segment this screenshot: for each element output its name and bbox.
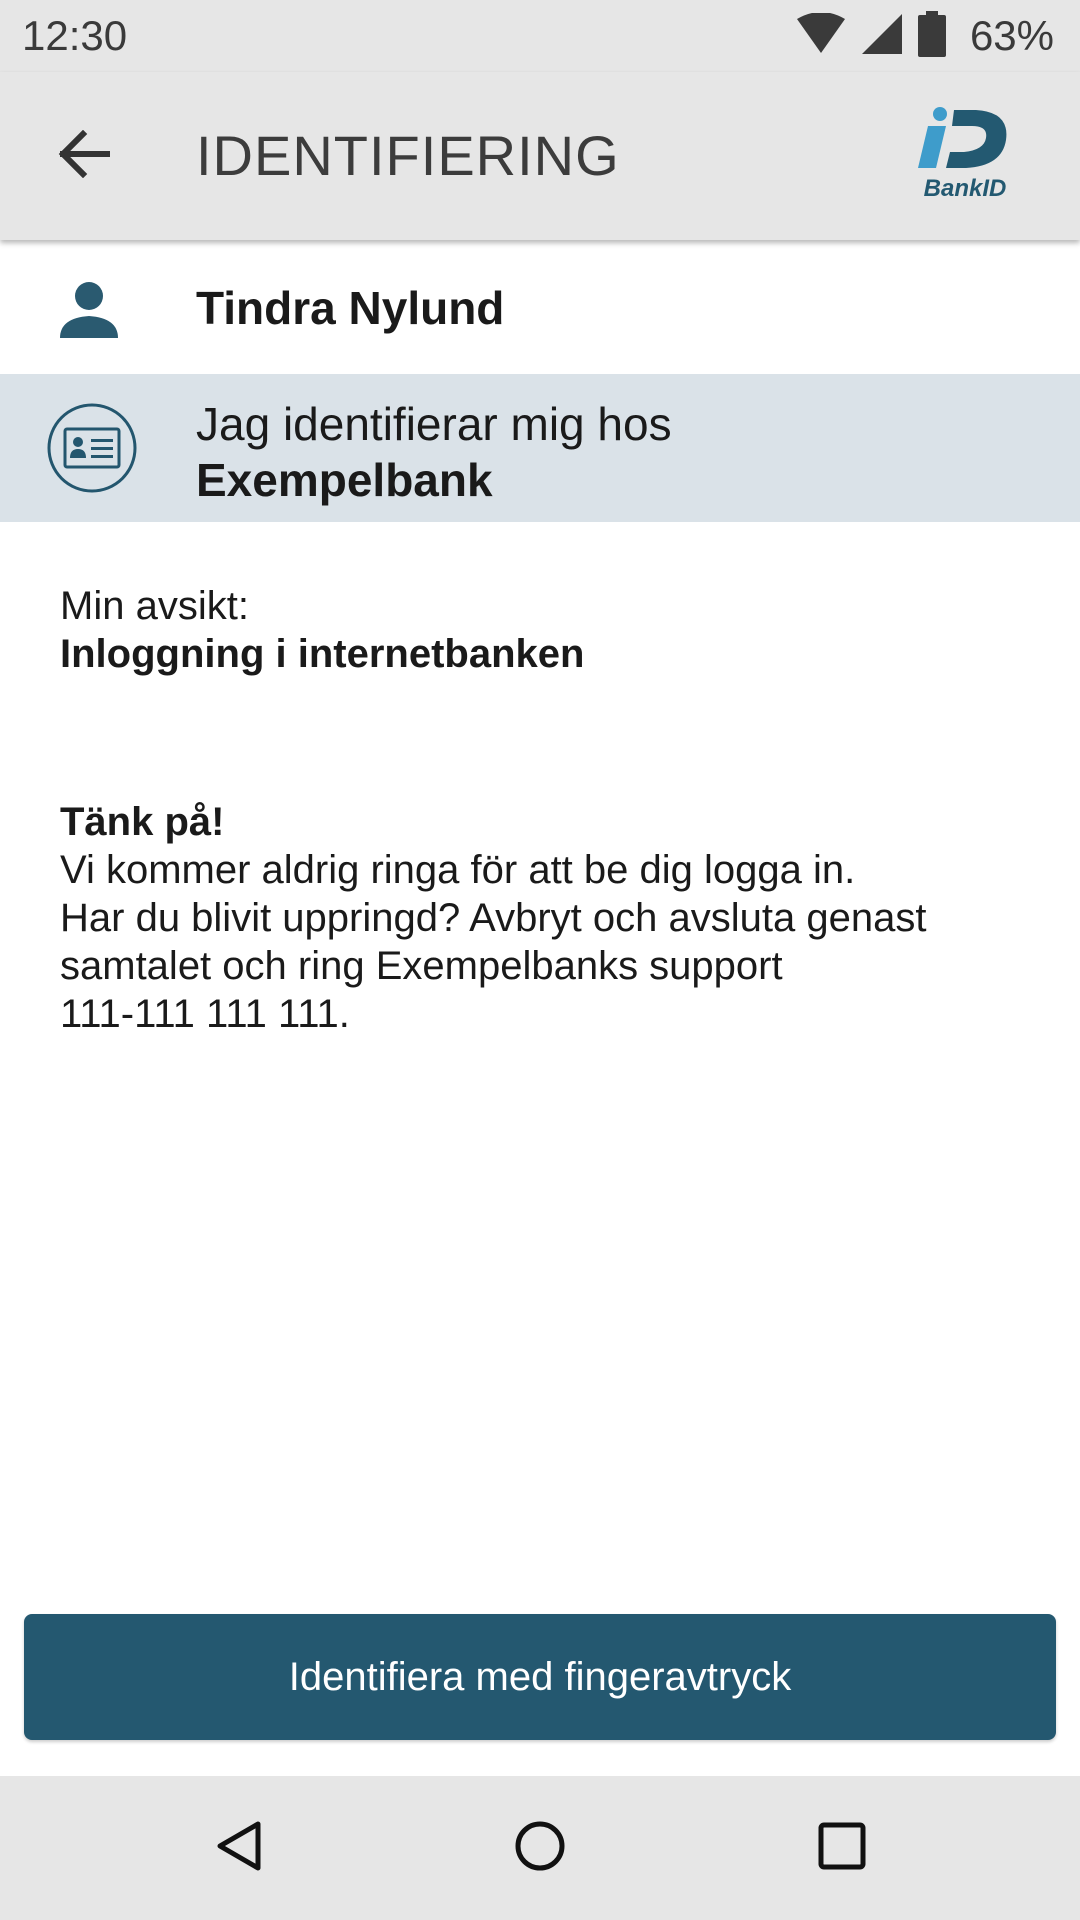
page-title: IDENTIFIERING: [196, 124, 620, 187]
battery-icon: [917, 10, 946, 62]
notice-section: Tänk på! Vi kommer aldrig ringa för att …: [60, 798, 1040, 1038]
nav-home-icon: [512, 1818, 568, 1879]
app-bar: IDENTIFIERING BankID: [0, 72, 1080, 240]
user-row: Tindra Nylund: [0, 240, 1080, 374]
status-time: 12:30: [22, 12, 128, 59]
back-button[interactable]: [40, 112, 128, 200]
id-card-icon: [46, 402, 138, 494]
person-icon: [58, 282, 120, 338]
wifi-icon: [796, 11, 846, 60]
arrow-back-icon: [57, 129, 111, 183]
nav-recents-icon: [814, 1818, 870, 1879]
notice-line: 111-111 111 111.: [60, 992, 350, 1036]
bankid-logo-text: BankID: [924, 175, 1007, 202]
identify-button-label: Identifiera med fingeravtryck: [288, 1655, 792, 1699]
status-bar: 12:30 63%: [0, 0, 1080, 72]
nav-home-button[interactable]: [490, 1798, 590, 1898]
identify-with-fingerprint-button[interactable]: Identifiera med fingeravtryck: [24, 1614, 1056, 1740]
notice-line: Vi kommer aldrig ringa för att be dig lo…: [60, 848, 856, 892]
notice-line: Har du blivit uppringd? Avbryt och avslu…: [60, 896, 927, 940]
intent-value: Inloggning i internetbanken: [60, 632, 585, 676]
nav-recents-button[interactable]: [792, 1798, 892, 1898]
notice-heading: Tänk på!: [60, 800, 225, 844]
navigation-bar: [0, 1776, 1080, 1920]
intent-label: Min avsikt:: [60, 584, 249, 628]
bankid-logo: BankID: [910, 100, 1020, 210]
status-icons: 63%: [796, 10, 1054, 62]
nav-back-icon: [212, 1818, 268, 1879]
nav-back-button[interactable]: [190, 1798, 290, 1898]
notice-line: samtalet och ring Exempelbanks support: [60, 944, 783, 988]
relying-party-row: Jag identifierar mig hos Exempelbank: [0, 374, 1080, 522]
intent-section: Min avsikt: Inloggning i internetbanken: [60, 582, 1020, 678]
user-name: Tindra Nylund: [196, 282, 505, 334]
relying-party-name: Exempelbank: [196, 454, 493, 506]
cellular-signal-icon: [860, 12, 904, 61]
relying-party-prefix: Jag identifierar mig hos: [196, 398, 672, 450]
battery-percent: 63%: [969, 12, 1054, 59]
